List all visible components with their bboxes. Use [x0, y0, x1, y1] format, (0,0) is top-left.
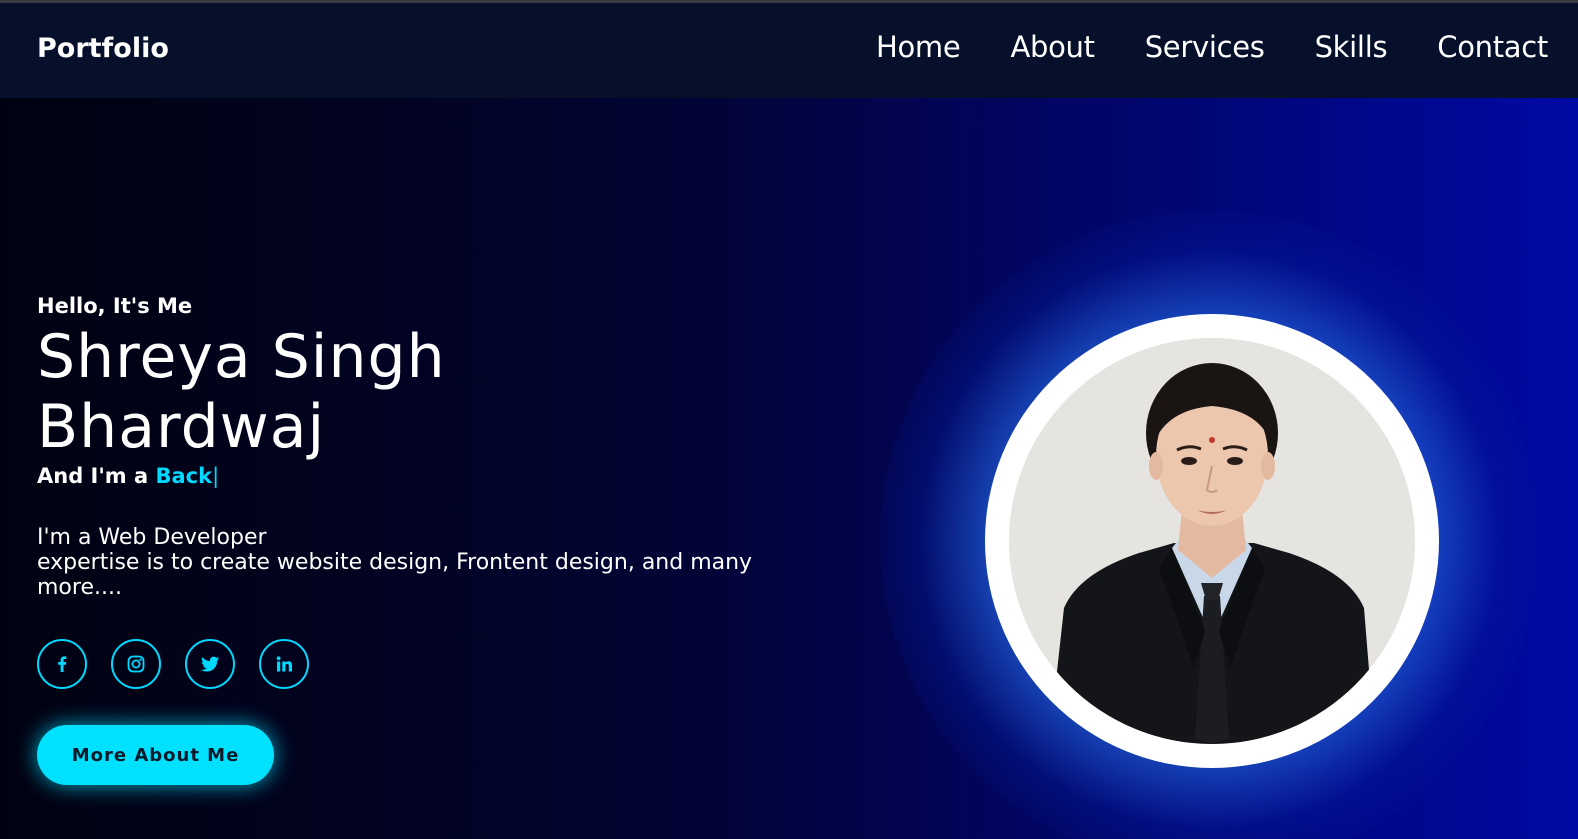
hero-name: Shreya Singh Bhardwaj [37, 322, 446, 462]
more-about-me-button[interactable]: More About Me [37, 725, 274, 785]
role-typed-text: Back [155, 464, 213, 488]
page: Portfolio Home About Services Skills Con… [0, 0, 1578, 839]
description-line1: I'm a Web Developer [37, 525, 267, 550]
facebook-icon [58, 656, 67, 672]
hero-intro: Hello, It's Me Shreya Singh Bhardwaj And… [37, 292, 446, 490]
nav-home[interactable]: Home [876, 30, 961, 64]
role-line: And I'm a Back| [37, 462, 446, 490]
nav-skills[interactable]: Skills [1315, 30, 1388, 64]
facebook-link[interactable] [37, 639, 87, 689]
instagram-icon [127, 655, 145, 673]
role-prefix: And I'm a [37, 464, 149, 488]
nav-services[interactable]: Services [1145, 30, 1265, 64]
hero-description: I'm a Web Developer expertise is to crea… [37, 525, 767, 600]
hero-name-line2: Bhardwaj [37, 392, 326, 462]
greeting: Hello, It's Me [37, 294, 193, 318]
site-header: Portfolio Home About Services Skills Con… [0, 3, 1578, 98]
description-line2: expertise is to create website design, F… [37, 550, 753, 600]
profile-portrait-illustration [1009, 338, 1415, 744]
twitter-icon [201, 656, 220, 672]
typing-cursor: | [212, 464, 220, 488]
logo[interactable]: Portfolio [37, 33, 169, 64]
linkedin-link[interactable] [259, 639, 309, 689]
instagram-link[interactable] [111, 639, 161, 689]
nav-contact[interactable]: Contact [1437, 30, 1548, 64]
linkedin-icon [276, 656, 292, 672]
profile-photo [1009, 338, 1415, 744]
twitter-link[interactable] [185, 639, 235, 689]
hero-name-line1: Shreya Singh [37, 322, 446, 392]
social-links [37, 639, 333, 689]
main-nav: Home About Services Skills Contact [826, 30, 1548, 64]
nav-about[interactable]: About [1010, 30, 1095, 64]
